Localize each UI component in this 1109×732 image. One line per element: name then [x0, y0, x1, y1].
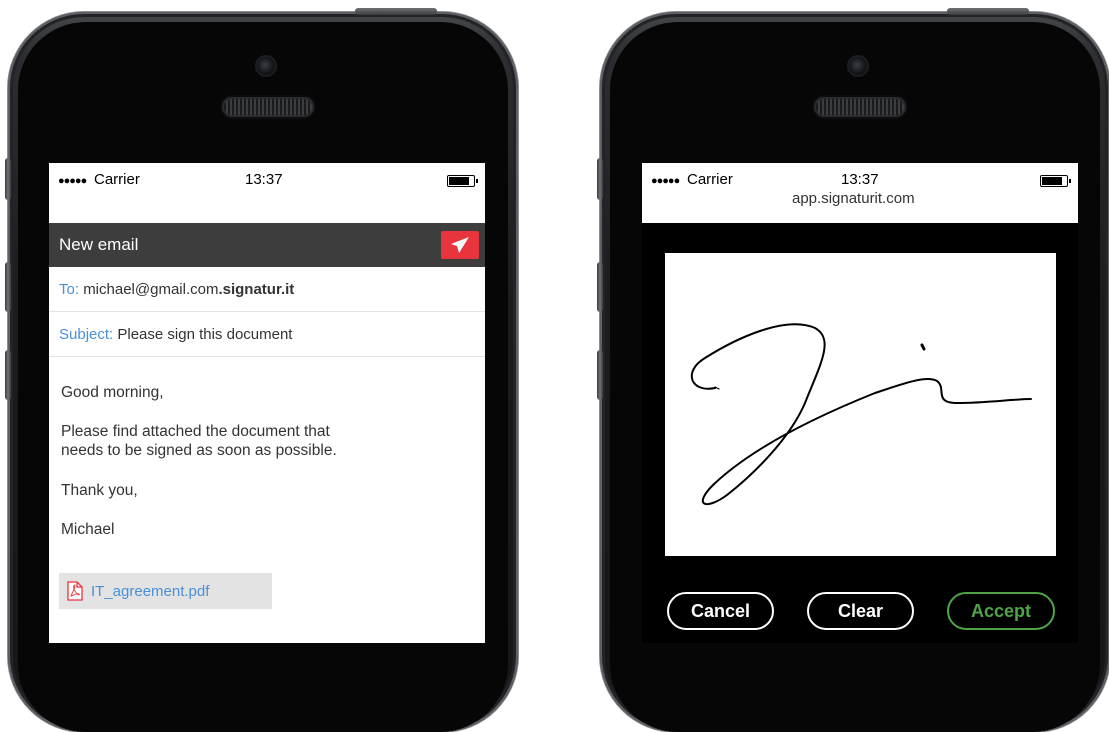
front-camera: [849, 57, 867, 75]
attachment-name: IT_agreement.pdf: [91, 582, 210, 600]
attachment-item[interactable]: IT_agreement.pdf: [59, 573, 272, 609]
signature-pad[interactable]: [665, 253, 1056, 556]
subject-value: Please sign this document: [117, 326, 293, 343]
carrier-name: Carrier: [94, 171, 140, 188]
battery-icon: [1040, 175, 1071, 187]
paper-plane-icon: [451, 237, 469, 253]
status-bar: ●●●●● Carrier 13:37 app.signaturit.com: [642, 163, 1078, 223]
carrier-name: Carrier: [687, 171, 733, 188]
to-field[interactable]: To: michael@gmail.com.signatur.it: [49, 267, 485, 312]
subject-field[interactable]: Subject: Please sign this document: [49, 312, 485, 357]
signal-strength: ●●●●●: [58, 175, 87, 187]
address-url[interactable]: app.signaturit.com: [792, 190, 915, 207]
earpiece-speaker: [222, 97, 314, 117]
thanks-text: Thank you,: [61, 482, 138, 499]
volume-up-button: [5, 262, 11, 312]
mute-switch: [5, 158, 11, 200]
mute-switch: [597, 158, 603, 200]
front-camera: [257, 57, 275, 75]
signature-stroke: [690, 323, 1032, 505]
signal-strength: ●●●●●: [651, 175, 680, 187]
earpiece-speaker: [814, 97, 906, 117]
body-line-2: needs to be signed as soon as possible.: [61, 442, 337, 459]
volume-down-button: [597, 350, 603, 400]
status-bar: ●●●●● Carrier 13:37: [49, 163, 485, 203]
to-label: To:: [59, 281, 80, 298]
clear-button[interactable]: Clear: [807, 592, 914, 630]
cancel-button[interactable]: Cancel: [667, 592, 774, 630]
pdf-icon: [67, 581, 83, 601]
status-time: 13:37: [841, 171, 879, 188]
email-header: New email: [49, 223, 485, 267]
volume-up-button: [597, 262, 603, 312]
signing-screen: ●●●●● Carrier 13:37 app.signaturit.com C…: [642, 163, 1078, 643]
volume-down-button: [5, 350, 11, 400]
greeting-text: Good morning,: [61, 384, 164, 401]
sender-name: Michael: [61, 521, 115, 538]
email-screen: ●●●●● Carrier 13:37 New email To: michae…: [49, 163, 485, 643]
accept-button[interactable]: Accept: [947, 592, 1055, 630]
power-button: [947, 8, 1029, 15]
status-time: 13:37: [245, 171, 283, 188]
subject-label: Subject:: [59, 326, 114, 343]
page-title: New email: [59, 235, 139, 254]
battery-icon: [447, 175, 478, 187]
power-button: [355, 8, 437, 15]
body-line-1: Please find attached the document that: [61, 423, 330, 440]
to-domain-suffix: .signatur.it: [218, 281, 295, 298]
send-button[interactable]: [441, 231, 479, 259]
to-value: michael@gmail.com: [83, 281, 219, 298]
